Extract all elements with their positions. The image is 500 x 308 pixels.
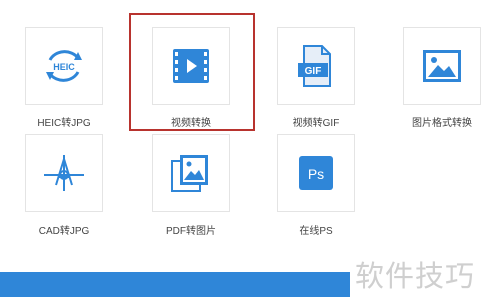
tool-label-pdf-to-image: PDF转图片 <box>166 226 216 237</box>
tool-label-video-to-gif: 视频转GIF <box>292 118 340 129</box>
tool-label-cad-to-jpg: CAD转JPG <box>38 226 90 237</box>
tool-label-image-format: 图片格式转换 <box>412 118 472 129</box>
watermark-text: 软件技巧 <box>355 259 476 293</box>
tool-label-online-ps: 在线PS <box>299 226 333 237</box>
tool-tile-pdf-to-image[interactable] <box>152 134 230 212</box>
heic-icon-text: HEIC <box>53 62 75 72</box>
heic-icon: HEIC <box>46 50 82 82</box>
tool-label-heic-to-jpg: HEIC转JPG <box>37 118 91 129</box>
tool-tile-cad-to-jpg[interactable] <box>25 134 103 212</box>
cad-icon <box>44 155 84 191</box>
ps-icon-text: Ps <box>308 166 324 182</box>
photoshop-icon: Ps <box>299 156 333 190</box>
bottom-banner <box>0 272 350 297</box>
pdf-image-icon <box>171 155 208 192</box>
gif-file-icon: GIF <box>298 45 331 87</box>
selection-highlight <box>129 13 255 131</box>
tool-tile-video-to-gif[interactable]: GIF <box>277 27 355 105</box>
picture-icon <box>423 50 461 82</box>
tool-tile-heic-to-jpg[interactable]: HEIC <box>25 27 103 105</box>
gif-icon-text: GIF <box>305 66 322 77</box>
tool-tile-online-ps[interactable]: Ps <box>277 134 355 212</box>
tool-tile-image-format[interactable] <box>403 27 481 105</box>
